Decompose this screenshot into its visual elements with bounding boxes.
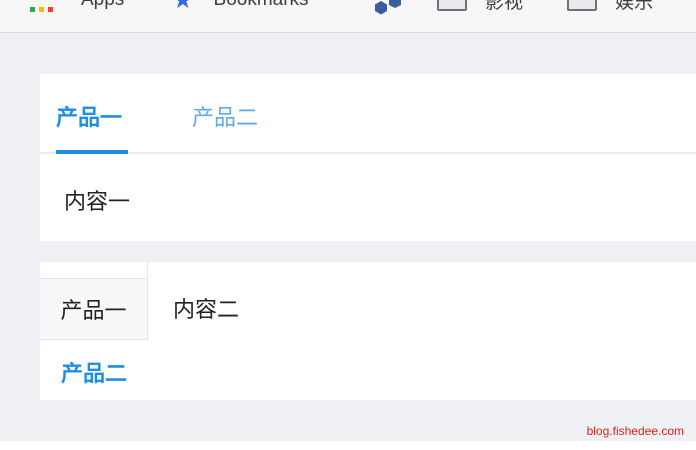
horizontal-tabs-panel: 产品一 产品二 内容一 [40,74,696,241]
bookmark-bookmarks-label: Bookmarks [214,0,309,11]
vertical-tabs-panel: 产品一 产品二 内容二 [40,262,696,400]
bookmark-folder-1[interactable]: 影视 [437,0,523,13]
bookmark-apps[interactable]: Apps [30,0,124,13]
bookmark-folder-1-label: 影视 [485,0,524,13]
bookmark-bookmarks[interactable]: ★ Bookmarks [172,0,309,14]
bookmark-extension[interactable] [372,0,404,20]
watermark: blog.fishedee.com [586,424,684,438]
tab-product-1[interactable]: 产品一 [56,100,122,132]
hexagon-icon [375,0,401,15]
vertical-tab-content: 内容二 [173,298,240,323]
vertical-tab-product-2[interactable]: 产品二 [40,344,148,400]
star-icon: ★ [172,0,194,14]
app-area: 产品一 产品二 内容一 产品一 产品二 内容二 [0,33,696,441]
tab-product-2[interactable]: 产品二 [192,100,258,132]
folder-icon [437,0,467,11]
bookmark-folder-2[interactable]: 娱乐 [567,0,653,13]
vertical-tab-product-1[interactable]: 产品一 [40,278,148,340]
bookmarks-bar: Apps ★ Bookmarks 影视 娱乐 [0,0,696,33]
bookmark-apps-label: Apps [81,0,124,11]
bookmark-folder-2-label: 娱乐 [615,0,654,13]
tab-divider [147,262,148,278]
tab-content: 内容一 [64,190,131,215]
active-tab-indicator [56,150,128,154]
vertical-tab-list: 产品一 产品二 [40,262,148,400]
apps-grid-icon [30,6,53,12]
folder-icon [567,0,597,11]
tab-bar: 产品一 产品二 [40,74,696,154]
